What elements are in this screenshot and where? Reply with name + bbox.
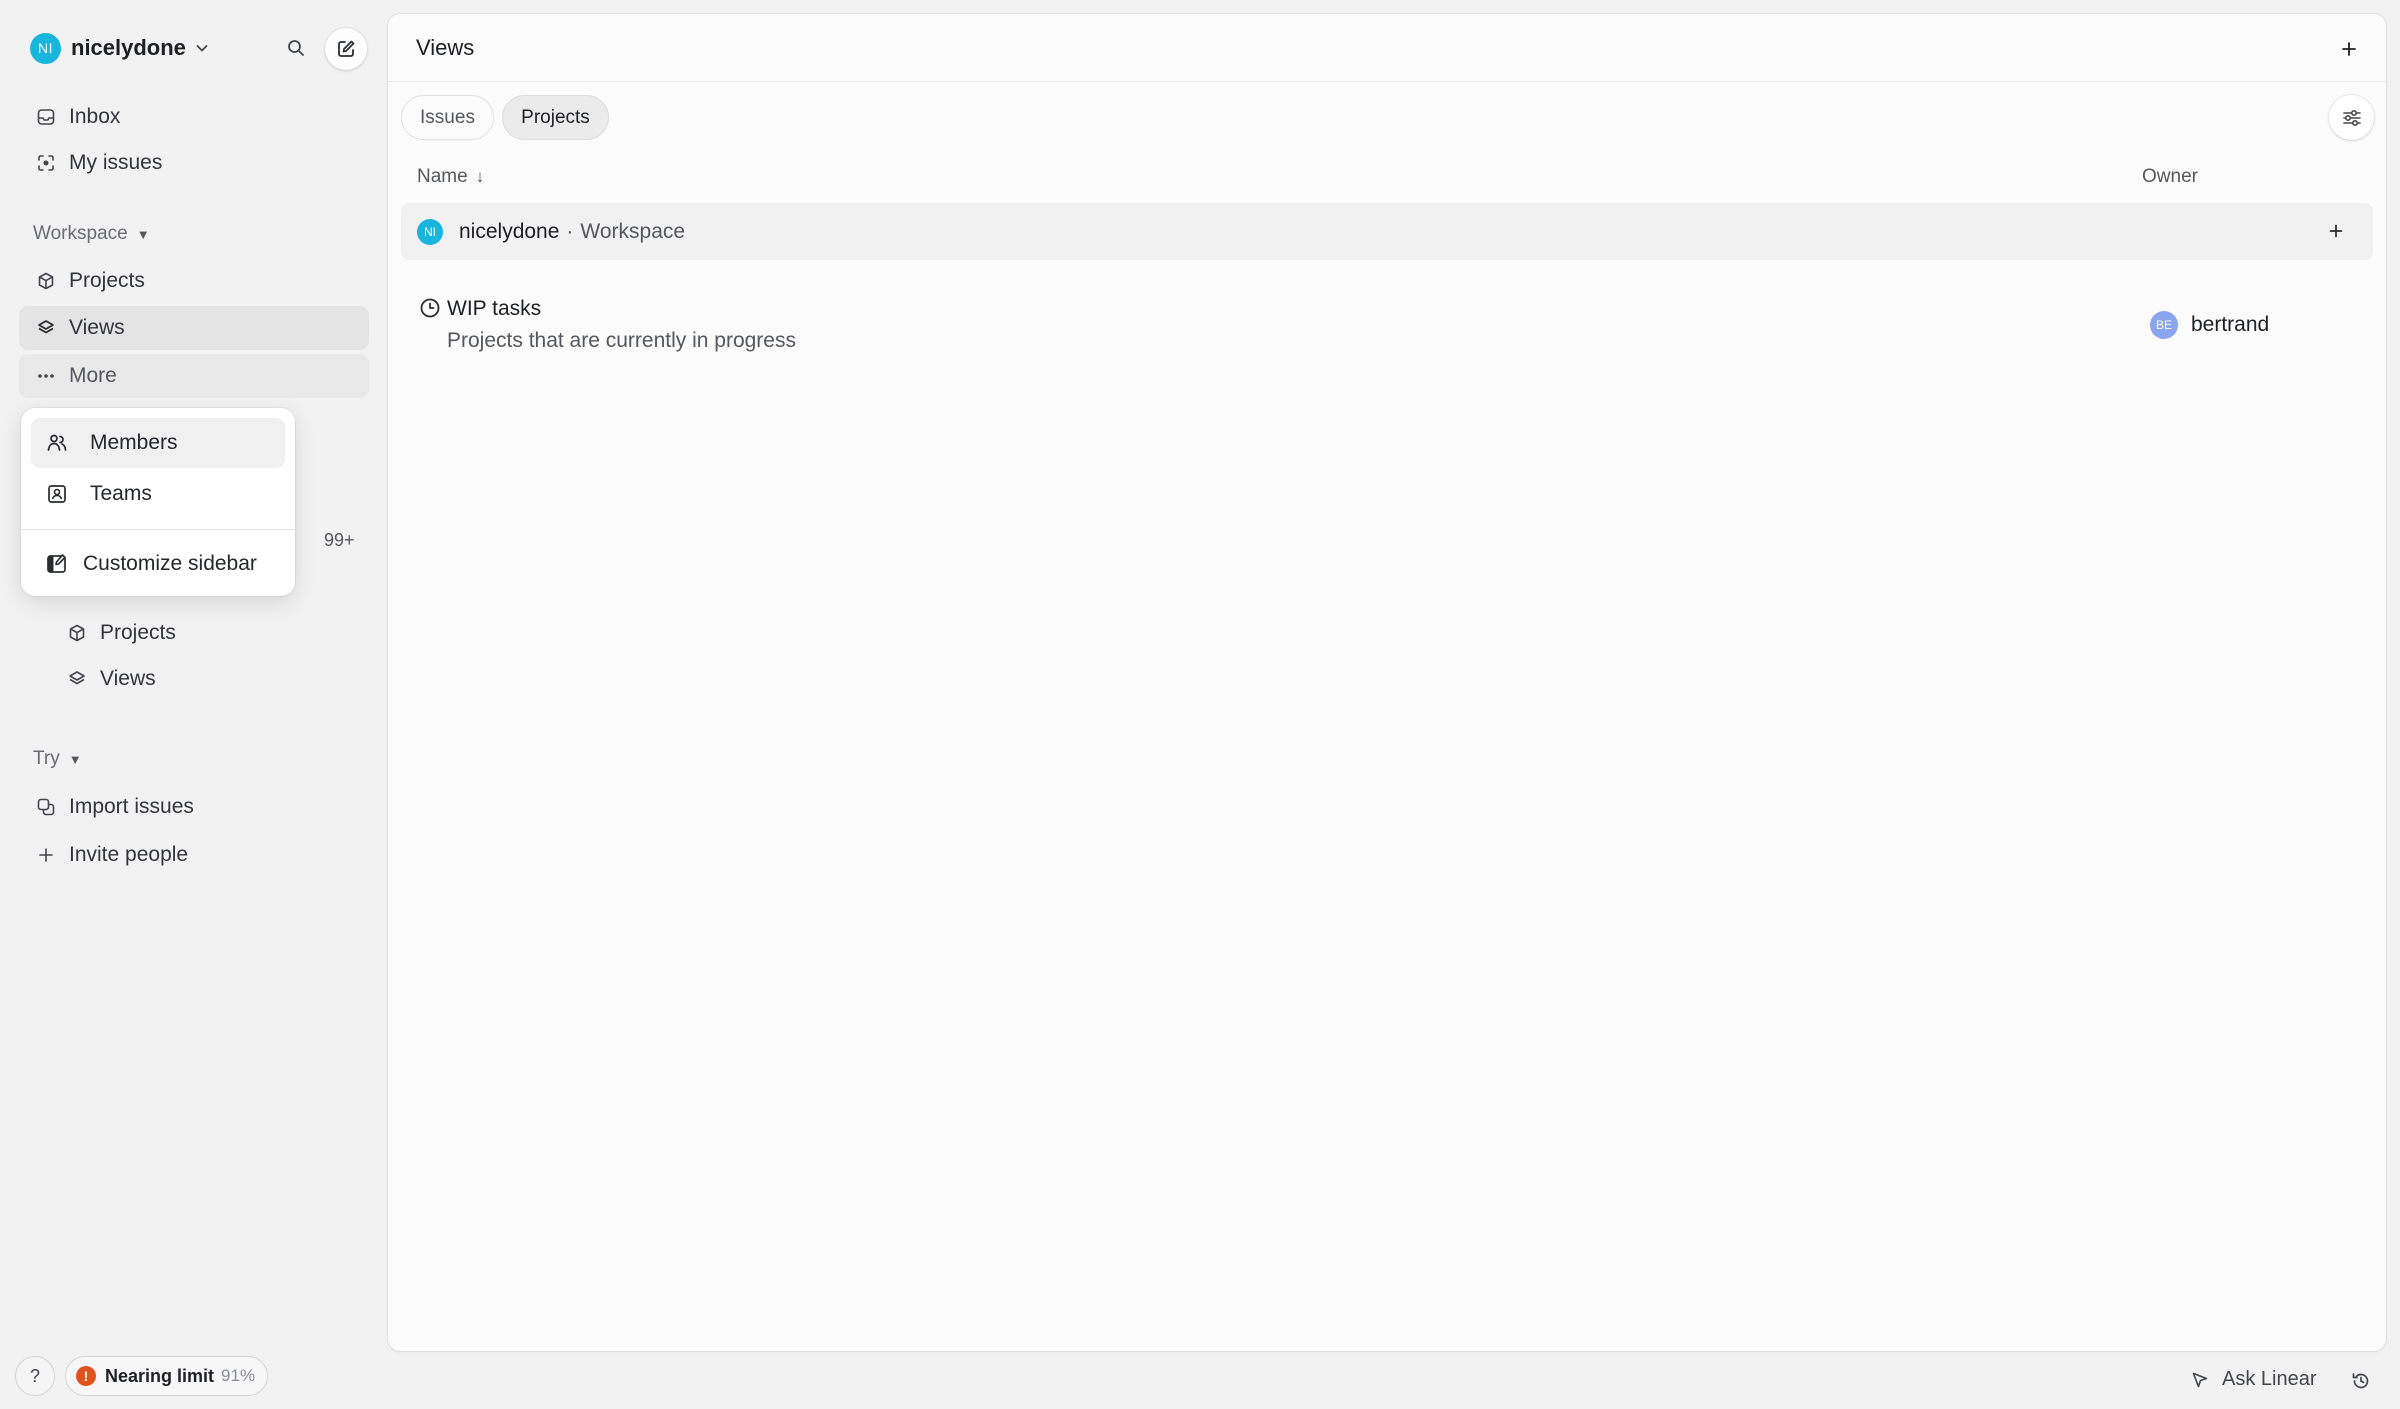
my-issues-icon (35, 152, 57, 174)
plus-icon (35, 844, 57, 866)
sidebar-item-projects[interactable]: Projects (19, 259, 369, 303)
workspace-switcher[interactable]: NI nicelydone (30, 31, 210, 65)
members-icon (45, 431, 69, 455)
caret-down-icon: ▼ (68, 751, 82, 767)
menu-item-customize-sidebar[interactable]: Customize sidebar (31, 539, 285, 589)
add-view-button[interactable] (2334, 34, 2364, 64)
ask-linear-label: Ask Linear (2222, 1368, 2317, 1390)
search-button[interactable] (281, 33, 311, 63)
view-row[interactable]: WIP tasks Projects that are currently in… (401, 284, 2373, 364)
view-description: Projects that are currently in progress (447, 329, 796, 352)
layers-icon (66, 668, 88, 690)
sidebar-item-views[interactable]: Views (19, 306, 369, 350)
sidebar-item-label: More (69, 364, 117, 387)
sidebar-item-label: Import issues (69, 795, 194, 818)
menu-item-members[interactable]: Members (31, 418, 285, 468)
sliders-icon (2341, 107, 2363, 129)
tab-issues[interactable]: Issues (401, 95, 494, 140)
inbox-icon (35, 106, 57, 128)
avatar: BE (2150, 311, 2178, 339)
group-name: nicelydone (459, 219, 560, 243)
new-issue-button[interactable] (325, 28, 367, 70)
search-icon (286, 38, 306, 58)
cube-icon (35, 270, 57, 292)
sidebar-item-import-issues[interactable]: Import issues (19, 785, 369, 829)
clock-icon (418, 296, 442, 320)
nearing-limit-pill[interactable]: ! Nearing limit 91% (65, 1356, 269, 1396)
try-section-toggle[interactable]: Try ▼ (33, 748, 82, 770)
menu-divider (21, 529, 295, 530)
column-label: Name (417, 166, 468, 187)
warning-icon: ! (76, 1366, 96, 1386)
menu-item-teams[interactable]: Teams (31, 469, 285, 519)
caret-down-icon: ▼ (136, 226, 150, 242)
limit-percent: 91% (221, 1366, 256, 1385)
tab-projects[interactable]: Projects (502, 95, 609, 140)
owner-cell[interactable]: BE bertrand (2150, 311, 2269, 339)
group-separator: · (566, 219, 574, 243)
workspace-name: nicelydone (71, 35, 186, 60)
sidebar-item-team-projects[interactable]: Projects (50, 611, 370, 655)
count-badge: 99+ (324, 530, 355, 550)
sidebar-item-label: Views (69, 316, 125, 339)
layers-icon (35, 317, 57, 339)
sidebar-item-inbox[interactable]: Inbox (19, 95, 369, 139)
workspace-avatar: NI (30, 32, 61, 64)
sidebar-item-invite-people[interactable]: Invite people (19, 833, 369, 877)
cube-icon (66, 622, 88, 644)
history-button[interactable] (2346, 1366, 2376, 1396)
history-icon (2350, 1370, 2372, 1392)
owner-name: bertrand (2191, 313, 2270, 336)
workspace-avatar: NI (417, 218, 443, 245)
more-menu: Members Teams Customize sidebar (21, 408, 295, 596)
page-title: Views (416, 35, 475, 60)
sidebar-item-label: Invite people (69, 843, 189, 866)
group-subtitle: Workspace (580, 219, 686, 243)
compose-icon (335, 38, 357, 60)
column-header-owner[interactable]: Owner (2142, 166, 2198, 188)
teams-icon (45, 482, 69, 506)
sidebar-item-label: My issues (69, 151, 163, 174)
sidebar-item-label: Projects (69, 269, 145, 292)
menu-item-label: Members (90, 431, 178, 454)
import-icon (35, 796, 57, 818)
view-title: WIP tasks (447, 297, 542, 320)
display-options-button[interactable] (2329, 95, 2374, 140)
plus-icon (2339, 39, 2359, 59)
group-header-row[interactable]: NI nicelydone · Workspace (401, 203, 2373, 260)
sort-arrow-icon: ↓ (475, 167, 485, 186)
help-button[interactable]: ? (15, 1356, 55, 1396)
ellipsis-icon (35, 365, 57, 387)
menu-item-label: Teams (90, 482, 152, 505)
plus-icon (2327, 222, 2345, 240)
sidebar: NI nicelydone Inbox My issues Workspace … (0, 0, 388, 1409)
cursor-icon (2190, 1370, 2210, 1390)
sidebar-item-my-issues[interactable]: My issues (19, 141, 369, 185)
add-to-group-button[interactable] (2321, 216, 2351, 246)
column-header-name[interactable]: Name ↓ (417, 166, 484, 188)
workspace-section-toggle[interactable]: Workspace ▼ (33, 223, 150, 245)
section-label: Workspace (33, 223, 128, 244)
sidebar-item-team-views[interactable]: Views (50, 657, 370, 701)
header-divider (388, 81, 2386, 82)
sidebar-item-label: Views (100, 667, 156, 690)
section-label: Try (33, 748, 60, 769)
ask-linear-button[interactable]: Ask Linear (2190, 1368, 2317, 1391)
limit-label: Nearing limit (105, 1365, 215, 1386)
main-panel: Views Issues Projects Name ↓ Owner NI ni… (388, 14, 2386, 1351)
chevron-down-icon (194, 40, 210, 56)
customize-icon (45, 552, 69, 576)
sidebar-item-label: Projects (100, 621, 176, 644)
sidebar-item-more[interactable]: More (19, 354, 369, 398)
sidebar-item-label: Inbox (69, 105, 121, 128)
menu-item-label: Customize sidebar (83, 552, 257, 575)
